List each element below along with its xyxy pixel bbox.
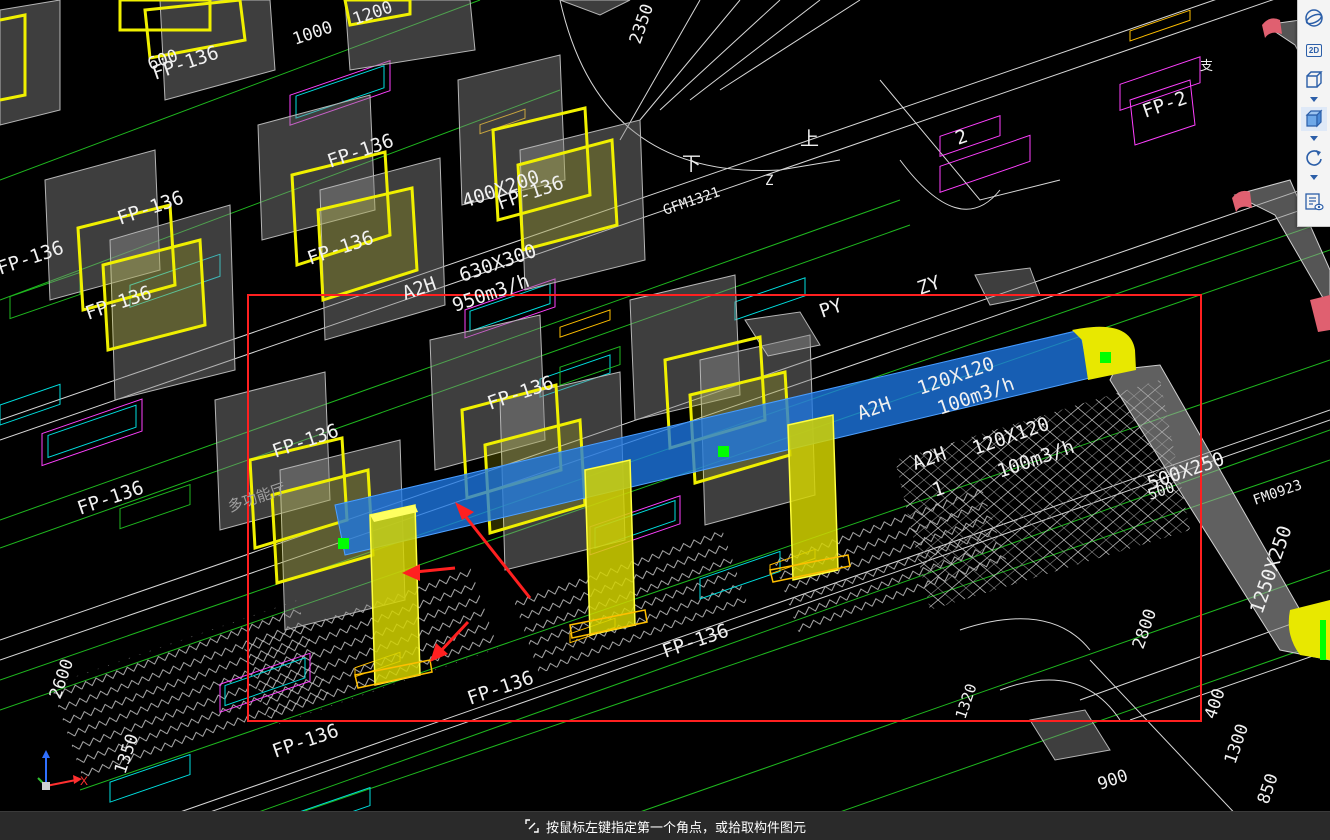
fp136-label: FP-136 xyxy=(269,720,341,763)
door-label: FM0923 xyxy=(1251,477,1304,509)
properties-button[interactable] xyxy=(1301,190,1327,214)
box-select-icon xyxy=(525,819,539,833)
view-3d-solid-button[interactable] xyxy=(1301,107,1327,131)
axis-gizmo: X xyxy=(30,748,100,798)
num-label: 2 xyxy=(952,125,970,150)
cad-drawing-canvas[interactable]: FP-136 FP-136 FP-136 FP-136 FP-136 FP-13… xyxy=(0,0,1330,840)
cube-outline-icon xyxy=(1306,71,1323,88)
dimension-label: 1300 xyxy=(1221,721,1253,766)
fp136-label: FP-136 xyxy=(74,477,146,520)
view-3d-solid-dropdown[interactable] xyxy=(1307,134,1321,143)
rotate-icon xyxy=(1306,150,1322,166)
orbit-icon xyxy=(1305,9,1323,27)
properties-eye-icon xyxy=(1305,193,1324,211)
2d-icon: 2D xyxy=(1305,43,1323,57)
dimension-label: 900 xyxy=(1095,766,1131,795)
dimension-label: 2800 xyxy=(1129,606,1161,651)
fp2-label: FP-2 xyxy=(1139,87,1189,123)
fp136-label: FP-136 xyxy=(464,667,536,710)
view-toolbar: 2D xyxy=(1297,0,1330,227)
dimension-label: 850 xyxy=(1254,771,1283,807)
rotate-dropdown[interactable] xyxy=(1307,173,1321,182)
stair-down-label: 下 xyxy=(682,153,701,175)
rotate-button[interactable] xyxy=(1301,146,1327,170)
status-message: 按鼠标左键指定第一个角点，或拾取构件图元 xyxy=(545,820,806,836)
room-label: PY xyxy=(816,294,845,322)
view-3d-wire-button[interactable] xyxy=(1301,68,1327,92)
view-3d-wire-dropdown[interactable] xyxy=(1307,95,1321,104)
dimension-label: 1320 xyxy=(952,681,981,721)
z-label: Z xyxy=(765,173,773,189)
stair-up-label: 上 xyxy=(800,128,819,150)
chevron-down-icon xyxy=(1310,97,1318,102)
view-2d-button[interactable]: 2D xyxy=(1301,38,1327,62)
dimension-label: 400 xyxy=(1201,686,1230,722)
cube-solid-icon xyxy=(1305,109,1323,128)
dimension-label: 1000 xyxy=(290,17,335,49)
dimension-label: 2350 xyxy=(626,1,658,46)
cad-3d-viewport[interactable]: FP-136 FP-136 FP-136 FP-136 FP-136 FP-13… xyxy=(0,0,1330,840)
door-label: GFM1321 xyxy=(661,184,722,218)
status-bar: 按鼠标左键指定第一个角点，或拾取构件图元 xyxy=(0,811,1330,840)
axis-gizmo-icon xyxy=(37,750,82,790)
chevron-down-icon xyxy=(1310,136,1318,141)
axis-x-label: X xyxy=(80,774,89,788)
zhi-label: 支 xyxy=(1200,59,1213,74)
orbit-view-button[interactable] xyxy=(1301,6,1327,30)
chevron-down-icon xyxy=(1310,175,1318,180)
